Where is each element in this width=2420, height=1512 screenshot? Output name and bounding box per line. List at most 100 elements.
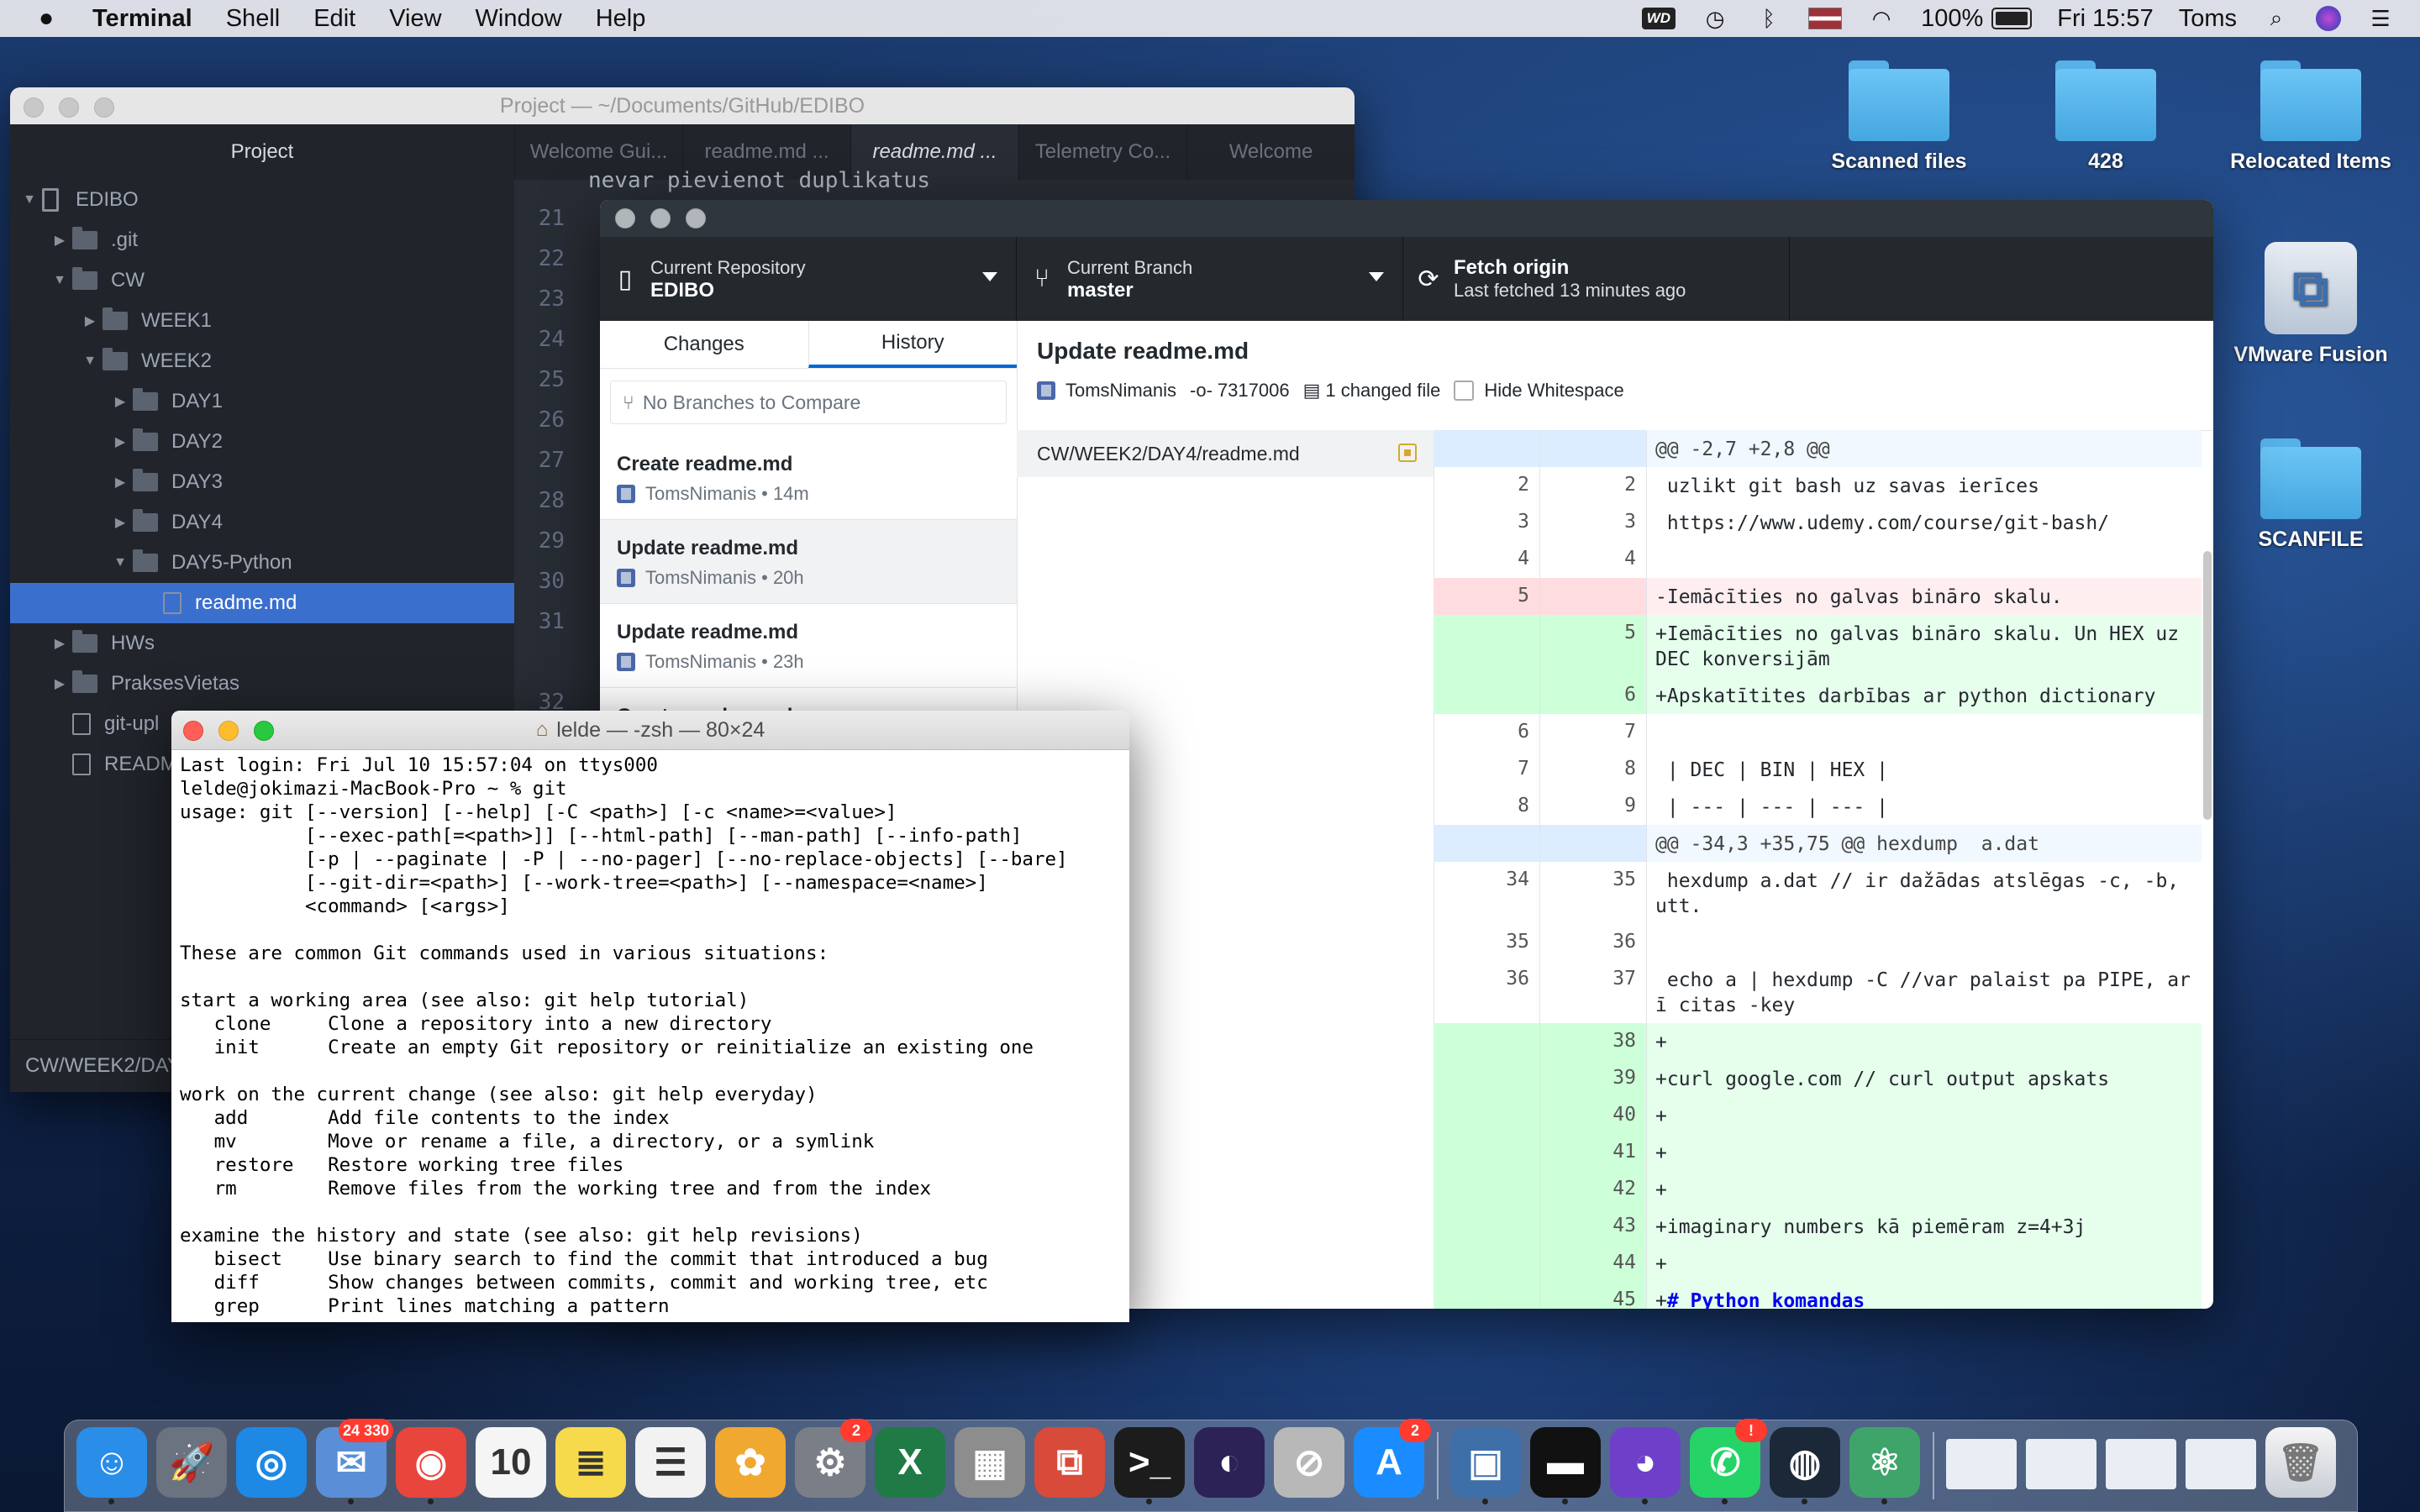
siri-icon[interactable] (2316, 6, 2341, 31)
apple-menu-icon[interactable]: ● (34, 4, 59, 33)
close-button[interactable] (615, 208, 635, 228)
steam-icon[interactable]: ◍ (1770, 1427, 1840, 1504)
zoom-button[interactable] (686, 208, 706, 228)
tab-welcome[interactable]: Welcome (1186, 124, 1355, 180)
tab-telemetry[interactable]: Telemetry Co... (1018, 124, 1186, 180)
notification-center-icon[interactable]: ☰ (2366, 6, 2395, 31)
safari-icon[interactable]: ◎ (236, 1427, 307, 1498)
remote-desktop-icon[interactable]: ⧉ (1034, 1427, 1105, 1498)
close-button[interactable] (24, 97, 44, 118)
menu-edit[interactable]: Edit (313, 5, 355, 33)
minimized-window-thumbnail[interactable] (1946, 1439, 2017, 1489)
excel-icon[interactable]: X (875, 1427, 945, 1498)
commit-row[interactable]: Create readme.md TomsNimanis • 14m (600, 436, 1017, 520)
current-repository-button[interactable]: ▯ Current Repository EDIBO (600, 237, 1017, 321)
desktop-folder-scanned-files[interactable]: Scanned files (1798, 60, 2000, 174)
tree-item[interactable]: ▶ HWs (10, 623, 514, 664)
github-desktop-icon[interactable]: ◕ (1610, 1427, 1681, 1504)
zoom-button[interactable] (254, 721, 274, 741)
tree-item[interactable]: ▶ .git (10, 220, 514, 260)
tree-item[interactable]: ▶ DAY3 (10, 462, 514, 502)
minimize-button[interactable] (59, 97, 79, 118)
chrome-icon[interactable]: ◉ (396, 1427, 466, 1504)
photos-icon[interactable]: ✿ (715, 1427, 786, 1498)
tree-item[interactable]: ▶ DAY4 (10, 502, 514, 543)
calculator-icon[interactable]: ▦ (955, 1427, 1025, 1498)
tree-item[interactable]: ▶ PraksesVietas (10, 664, 514, 704)
minimize-button[interactable] (218, 721, 239, 741)
trash-icon[interactable]: 🗑 (2265, 1427, 2336, 1498)
launchpad-icon[interactable]: 🚀 (156, 1427, 227, 1498)
minimize-button[interactable] (650, 208, 671, 228)
zoom-button[interactable] (94, 97, 114, 118)
wifi-icon[interactable]: ◠ (1867, 6, 1896, 31)
whatsapp-icon[interactable]: ✆! (1690, 1419, 1767, 1504)
tree-item[interactable]: ▼ DAY5-Python (10, 543, 514, 583)
commit-sha[interactable]: -o- 7317006 (1190, 380, 1290, 402)
menu-window[interactable]: Window (476, 5, 562, 33)
tab-changes[interactable]: Changes (600, 321, 808, 368)
menu-clock[interactable]: Fri 15:57 (2057, 5, 2153, 33)
bluetooth-icon[interactable]: ᛒ (1754, 6, 1783, 31)
checkbox[interactable] (1454, 381, 1475, 401)
tree-item[interactable]: ▼ CW (10, 260, 514, 301)
battery-percent[interactable]: 100% (1921, 5, 1983, 33)
menu-help[interactable]: Help (596, 5, 646, 33)
screen-icon[interactable]: ▬ (1530, 1427, 1601, 1504)
fetch-origin-button[interactable]: ⟳ Fetch origin Last fetched 13 minutes ag… (1403, 237, 1790, 321)
menu-user[interactable]: Toms (2179, 5, 2237, 33)
calendar-icon[interactable]: 10 (476, 1427, 546, 1498)
changed-file-row[interactable]: CW/WEEK2/DAY4/readme.md (1017, 430, 1434, 477)
terminal-title-bar[interactable]: ⌂ lelde — -zsh — 80×24 (171, 711, 1129, 750)
diff-line-text (1647, 924, 2202, 961)
atom-icon[interactable]: ⚛ (1849, 1427, 1920, 1504)
diff-line: 78 | DEC | BIN | HEX | (1434, 751, 2202, 788)
battery-icon[interactable] (1991, 8, 2033, 29)
notes-icon[interactable]: ≣ (555, 1427, 626, 1498)
hide-whitespace-toggle[interactable]: Hide Whitespace (1454, 380, 1624, 402)
eclipse-icon[interactable]: ◐ (1194, 1427, 1265, 1498)
desktop-folder-relocated-items[interactable]: Relocated Items (2210, 60, 2412, 174)
commit-row[interactable]: Update readme.md TomsNimanis • 20h (600, 520, 1017, 604)
wd-drive-icon[interactable]: WD (1641, 8, 1676, 29)
old-line-number (1434, 1171, 1540, 1208)
terminal-icon[interactable]: >_ (1114, 1427, 1185, 1504)
github-title-bar[interactable] (600, 200, 2213, 237)
menu-view[interactable]: View (389, 5, 441, 33)
diff-line-text: + (1655, 1032, 1667, 1053)
tab-history[interactable]: History (808, 321, 1017, 368)
mail-icon[interactable]: ✉ 24 330 (316, 1419, 393, 1504)
app-store-icon[interactable]: A2 (1354, 1419, 1431, 1498)
tree-item[interactable]: ▼ WEEK2 (10, 341, 514, 381)
spotlight-search-icon[interactable]: ⌕ (2262, 5, 2291, 31)
minimized-window-thumbnail[interactable] (2186, 1439, 2256, 1489)
tree-item[interactable]: readme.md (10, 583, 514, 623)
tree-item[interactable]: ▼ EDIBO (10, 180, 514, 220)
no-entry-app-icon[interactable]: ⊘ (1274, 1427, 1344, 1498)
menu-shell[interactable]: Shell (226, 5, 281, 33)
time-machine-icon[interactable]: ◷ (1701, 6, 1729, 31)
tree-item[interactable]: ▶ DAY1 (10, 381, 514, 422)
desktop-folder-scanfile[interactable]: SCANFILE (2210, 438, 2412, 552)
desktop-app-vmware-fusion[interactable]: ⧉ VMware Fusion (2210, 242, 2412, 367)
diff-view[interactable]: @@ -2,7 +2,8 @@ 2 2 uzlikt git bash uz sav… (1434, 430, 2202, 1309)
reminders-icon[interactable]: ☰ (635, 1427, 706, 1498)
terminal-output[interactable]: Last login: Fri Jul 10 15:57:04 on ttys0… (171, 750, 1129, 1321)
tree-item[interactable]: ▶ DAY2 (10, 422, 514, 462)
tree-item[interactable]: ▶ WEEK1 (10, 301, 514, 341)
system-preferences-icon[interactable]: ⚙ 2 (795, 1419, 872, 1498)
branch-compare-input[interactable]: ⑂ No Branches to Compare (610, 381, 1007, 424)
finder-icon[interactable]: ☺ (76, 1427, 147, 1504)
current-branch-button[interactable]: ⑂ Current Branch master (1017, 237, 1403, 321)
old-line-number (1434, 1097, 1540, 1134)
commit-row[interactable]: Update readme.md TomsNimanis • 23h (600, 604, 1017, 688)
diff-scrollbar[interactable] (2203, 551, 2212, 820)
minimized-window-thumbnail[interactable] (2026, 1439, 2096, 1489)
virtualbox-icon[interactable]: ▣ (1450, 1427, 1521, 1504)
menu-app-name[interactable]: Terminal (92, 5, 192, 33)
minimized-window-thumbnail[interactable] (2106, 1439, 2176, 1489)
desktop-folder-428[interactable]: 428 (2005, 60, 2207, 174)
atom-title-bar[interactable]: Project — ~/Documents/GitHub/EDIBO (10, 87, 1355, 124)
input-source-flag-icon[interactable] (1808, 8, 1843, 29)
close-button[interactable] (183, 721, 203, 741)
